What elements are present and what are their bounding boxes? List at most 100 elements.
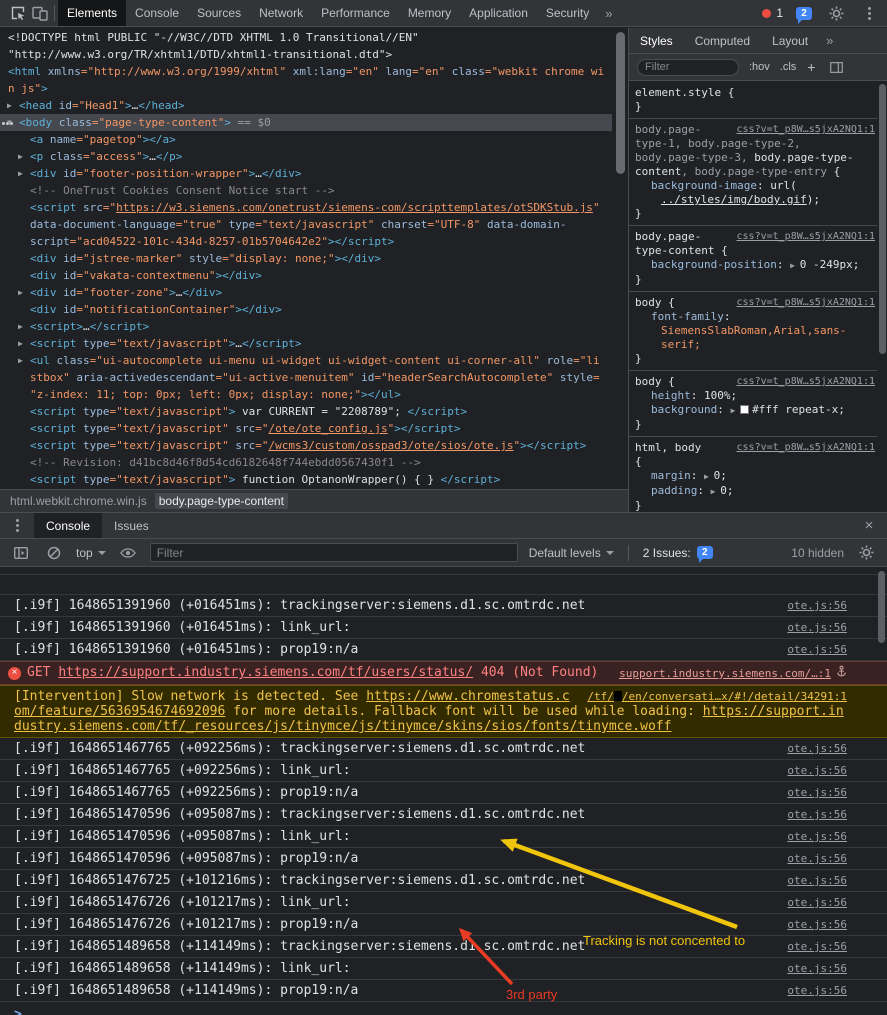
dom-line[interactable]: ▶<script type="text/javascript">…</scrip… [0, 335, 612, 352]
source-link[interactable]: ote.js:56 [787, 643, 847, 656]
style-line[interactable]: background-position: ▶ 0 -249px; [635, 258, 873, 273]
stylesheet-link[interactable]: css?v=t_p8W…s5jxA2NQ1:1 [737, 375, 875, 389]
dom-line[interactable]: <a name="pagetop"></a> [0, 131, 612, 148]
styles-scrollbar[interactable] [879, 84, 886, 354]
new-style-rule-button[interactable]: + [807, 59, 815, 75]
dom-line[interactable]: stbox" aria-activedescendant="ui-active-… [0, 369, 612, 386]
dom-line[interactable]: ▶<p class="access">…</p> [0, 148, 612, 165]
console-settings-gear-icon[interactable] [855, 540, 877, 566]
dom-line[interactable]: <html xmlns="http://www.w3.org/1999/xhtm… [0, 63, 612, 80]
styles-tab-computed[interactable]: Computed [684, 28, 761, 53]
console-scrollbar[interactable] [878, 571, 885, 643]
dom-line[interactable]: <!-- OneTrust Cookies Consent Notice sta… [0, 182, 612, 199]
dom-line[interactable]: <!DOCTYPE html PUBLIC "-//W3C//DTD XHTML… [0, 29, 612, 46]
dom-line[interactable]: <script type="text/javascript"> function… [0, 471, 612, 488]
breadcrumb-item[interactable]: body.page-type-content [155, 493, 288, 509]
style-line[interactable]: type-1, body.page-type-2, [635, 137, 873, 151]
style-line[interactable]: background-image: url( [635, 179, 873, 193]
stylesheet-link[interactable]: css?v=t_p8W…s5jxA2NQ1:1 [737, 441, 875, 455]
style-line[interactable]: type-content { [635, 244, 873, 258]
more-actions-icon[interactable] [2, 122, 5, 125]
log-levels-dropdown[interactable]: Default levels [529, 546, 614, 560]
main-tab-network[interactable]: Network [250, 0, 312, 26]
twisty-icon[interactable]: ▶ [18, 352, 23, 369]
source-link[interactable]: /tf/ [587, 690, 614, 703]
source-link[interactable]: ote.js:56 [787, 918, 847, 931]
source-link[interactable]: ote.js:56 [787, 786, 847, 799]
source-link[interactable]: ote.js:56 [787, 874, 847, 887]
style-line[interactable]: { [635, 455, 873, 469]
clear-console-icon[interactable] [43, 540, 65, 566]
live-expression-eye-icon[interactable] [117, 540, 139, 566]
twisty-icon[interactable]: ▶ [18, 165, 23, 182]
elements-scrollbar[interactable] [616, 32, 625, 174]
style-line[interactable]: content, body.page-type-entry { [635, 165, 873, 179]
source-link[interactable]: ote.js:56 [787, 621, 847, 634]
issues-counter-button[interactable]: 2 Issues: 2 [643, 546, 713, 560]
issues-badge[interactable]: 2 [796, 7, 812, 20]
anchor-icon[interactable] [836, 667, 847, 680]
dom-line[interactable]: ▼<body class="page-type-content"> == $0 [0, 114, 612, 131]
dom-line[interactable]: <!-- Revision: d41bc8d46f8d54cd6182648f7… [0, 454, 612, 471]
stylesheet-link[interactable]: css?v=t_p8W…s5jxA2NQ1:1 [737, 230, 875, 244]
dom-line[interactable]: data-document-language="true" type="text… [0, 216, 612, 233]
source-link[interactable]: ote.js:56 [787, 962, 847, 975]
inspect-icon[interactable] [7, 0, 29, 26]
attribute-link[interactable]: /wcms3/custom/osspad3/ote/sios/ote.js [268, 439, 513, 452]
stylesheet-link[interactable]: css?v=t_p8W…s5jxA2NQ1:1 [737, 296, 875, 310]
dom-line[interactable]: <script src="https://w3.siemens.com/onet… [0, 199, 612, 216]
console-sidebar-icon[interactable] [10, 540, 32, 566]
source-link[interactable]: support.industry.siemens.com/…:1 [619, 667, 831, 680]
dom-line[interactable]: <div id="vakata-contextmenu"></div> [0, 267, 612, 284]
more-tabs-button[interactable]: » [598, 6, 619, 21]
source-link[interactable]: ote.js:56 [787, 808, 847, 821]
twisty-icon[interactable]: ▶ [7, 97, 12, 114]
dock-sidebar-icon[interactable] [825, 54, 847, 80]
class-toggle-button[interactable]: .cls [780, 61, 797, 73]
console-filter-input[interactable] [150, 543, 518, 562]
dom-line[interactable]: <script type="text/javascript" src="/ote… [0, 420, 612, 437]
style-line[interactable]: } [635, 418, 873, 432]
breadcrumb-item[interactable]: html.webkit.chrome.win.js [6, 493, 151, 509]
main-tab-security[interactable]: Security [537, 0, 598, 26]
hidden-messages-label[interactable]: 10 hidden [791, 546, 844, 560]
attribute-link[interactable]: /ote/ote_config.js [268, 422, 387, 435]
styles-more-tabs-button[interactable]: » [819, 33, 840, 48]
dom-line[interactable]: <script type="text/javascript"> var CURR… [0, 403, 612, 420]
context-selector[interactable]: top [76, 546, 106, 560]
style-line[interactable]: background: ▶ #fff repeat-x; [635, 403, 873, 418]
style-line[interactable]: padding: ▶ 0; [635, 484, 873, 499]
twisty-icon[interactable]: ▶ [18, 335, 23, 352]
dom-line[interactable]: n js"> [0, 80, 612, 97]
styles-tab-layout[interactable]: Layout [761, 28, 819, 53]
style-line[interactable]: body.page-type-3, body.page-type- [635, 151, 873, 165]
style-line[interactable]: SiemensSlabRoman,Arial,sans- [635, 324, 873, 338]
settings-gear-icon[interactable] [825, 0, 847, 26]
dom-line[interactable]: <div id="jstree-marker" style="display: … [0, 250, 612, 267]
console-tab-issues[interactable]: Issues [102, 513, 161, 538]
source-link[interactable]: ote.js:56 [787, 599, 847, 612]
dom-line[interactable]: ▶<head id="Head1">…</head> [0, 97, 612, 114]
message-link[interactable]: https://support.industry.siemens.com/tf/… [58, 665, 473, 680]
style-line[interactable]: ../styles/img/body.gif); [635, 193, 873, 207]
dom-line[interactable]: <script type="text/javascript" src="/wcm… [0, 437, 612, 454]
console-error-counter[interactable]: 1 [762, 6, 783, 20]
console-tab-console[interactable]: Console [34, 513, 102, 538]
source-link[interactable]: /en/conversati…x/#!/detail/34291:1 [622, 690, 847, 703]
dom-line[interactable]: ▶<div id="footer-position-wrapper">…</di… [0, 165, 612, 182]
main-tab-memory[interactable]: Memory [399, 0, 460, 26]
drawer-menu-icon[interactable] [8, 517, 26, 535]
dom-line[interactable]: ▶<div id="footer-zone">…</div> [0, 284, 612, 301]
dom-line[interactable]: <div id="notificationContainer"></div> [0, 301, 612, 318]
dom-line[interactable]: "z-index: 11; top: 0px; left: 0px; displ… [0, 386, 612, 403]
color-swatch[interactable] [740, 405, 749, 414]
style-line[interactable]: element.style { [635, 86, 873, 100]
main-tab-console[interactable]: Console [126, 0, 188, 26]
stylesheet-link[interactable]: css?v=t_p8W…s5jxA2NQ1:1 [737, 123, 875, 137]
attribute-link[interactable]: https://w3.siemens.com/onetrust/siemens-… [116, 201, 593, 214]
style-line[interactable]: height: 100%; [635, 389, 873, 403]
style-line[interactable]: } [635, 352, 873, 366]
style-line[interactable]: } [635, 207, 873, 221]
main-tab-performance[interactable]: Performance [312, 0, 399, 26]
dom-line[interactable]: ▶<script>…</script> [0, 318, 612, 335]
